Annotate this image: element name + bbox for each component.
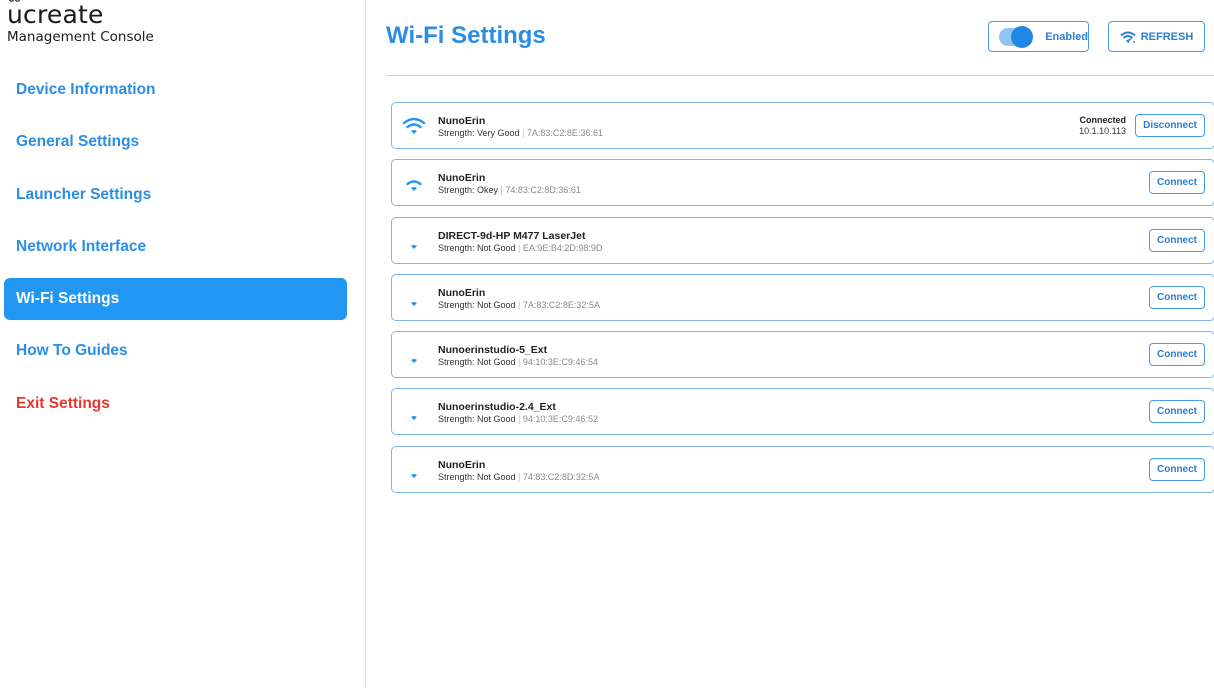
network-card: DIRECT-9d-HP M477 LaserJet Strength: Not … xyxy=(391,216,1214,264)
ip-address: 10.1.10.113 xyxy=(1079,126,1126,136)
network-strength: Strength: Not Good xyxy=(438,414,516,425)
network-mac: 7A:83:C2:8E:36:61 xyxy=(526,128,603,138)
network-name: NunoErin xyxy=(438,458,486,471)
refresh-wifi-icon xyxy=(1120,31,1136,43)
network-name: NunoErin xyxy=(438,115,486,127)
sidebar-item-label: General Settings xyxy=(16,133,140,151)
connect-button[interactable]: Connect xyxy=(1149,228,1205,252)
network-meta: Strength: Not Good | 74:83:C2:8D:32:5A xyxy=(438,472,599,482)
network-card: Nunoerinstudio-2.4_Ext Strength: Not Good… xyxy=(391,388,1214,436)
network-name: NunoErin xyxy=(438,172,486,185)
network-card: Nunoerinstudio-5_Ext Strength: Not Good |… xyxy=(391,331,1214,379)
network-meta: Strength: Very Good | 7A:83:C2:8E:36:61 xyxy=(438,128,603,138)
sidebar-item-label: Network Interface xyxy=(16,237,147,255)
wifi-signal-icon xyxy=(402,400,426,424)
toggle-switch[interactable] xyxy=(999,25,1034,48)
network-mac: 94:10:3E:C9:46:52 xyxy=(522,414,598,425)
network-strength: Strength: Not Good xyxy=(438,357,516,368)
sidebar-item-device-information[interactable]: Device Information xyxy=(4,69,347,111)
network-card: NunoErin Strength: Not Good | 74:83:C2:8D… xyxy=(391,445,1214,493)
network-mac: 74:83:C2:8D:32:5A xyxy=(522,471,600,482)
sidebar-item-wifi-settings[interactable]: Wi-Fi Settings xyxy=(4,278,347,321)
sidebar-item-network-interface[interactable]: Network Interface xyxy=(4,226,347,268)
wifi-signal-icon xyxy=(402,229,426,253)
network-card: NunoErin Strength: Very Good | 7A:83:C2:8… xyxy=(391,102,1214,149)
toggle-label: Enabled xyxy=(1045,30,1088,43)
connect-button[interactable]: Connect xyxy=(1149,285,1205,309)
network-mac: EA:9E:B4:2D:98:9D xyxy=(522,242,603,253)
network-card: NunoErin Strength: Not Good | 7A:83:C2:8E… xyxy=(391,273,1214,321)
network-card: NunoErin Strength: Okey | 74:83:C2:8D:36:… xyxy=(391,159,1214,207)
network-mac: 94:10:3E:C9:46:54 xyxy=(522,357,598,368)
connect-button[interactable]: Connect xyxy=(1149,171,1205,195)
wifi-signal-icon xyxy=(402,343,426,367)
network-name: NunoErin xyxy=(438,286,486,299)
sidebar-item-how-to-guides[interactable]: How To Guides xyxy=(4,330,347,372)
sidebar-item-general-settings[interactable]: General Settings xyxy=(4,121,347,163)
brand-first-letter: u xyxy=(7,0,24,29)
page-title: Wi-Fi Settings xyxy=(386,22,546,49)
meta-separator: | xyxy=(519,128,527,138)
connection-status: Connected 10.1.10.113 xyxy=(1079,115,1126,137)
connect-button[interactable]: Connect xyxy=(1149,457,1205,481)
network-list: NunoErin Strength: Very Good | 7A:83:C2:8… xyxy=(391,102,1214,503)
toggle-knob xyxy=(1011,25,1034,48)
header-divider xyxy=(386,75,1214,76)
wifi-enabled-toggle[interactable]: Enabled xyxy=(988,21,1089,52)
sidebar-item-exit-settings[interactable]: Exit Settings xyxy=(4,383,347,425)
sidebar-item-label: Wi-Fi Settings xyxy=(16,290,120,308)
connect-button[interactable]: Connect xyxy=(1149,400,1205,424)
brand-name-rest: create xyxy=(23,0,104,29)
wifi-signal-icon xyxy=(402,171,426,195)
disconnect-button[interactable]: Disconnect xyxy=(1135,114,1205,137)
sidebar-item-label: Exit Settings xyxy=(16,394,110,412)
brand-logo: u create Management Console xyxy=(7,0,154,45)
sidebar-item-label: Launcher Settings xyxy=(16,185,152,203)
connect-button[interactable]: Connect xyxy=(1149,343,1205,367)
wifi-signal-icon xyxy=(402,286,426,310)
network-name: DIRECT-9d-HP M477 LaserJet xyxy=(438,229,586,242)
network-strength: Strength: Okey xyxy=(438,185,499,196)
network-meta: Strength: Not Good | EA:9E:B4:2D:98:9D xyxy=(438,243,602,253)
network-strength: Strength: Not Good xyxy=(438,299,516,310)
meta-separator: | xyxy=(515,299,523,310)
brand-infinity-icon xyxy=(8,0,21,2)
sidebar-nav: Device Information General Settings Launch… xyxy=(4,69,347,435)
brand-subtitle: Management Console xyxy=(7,29,154,45)
network-name: Nunoerinstudio-2.4_Ext xyxy=(438,401,556,414)
wifi-signal-icon xyxy=(402,458,426,482)
meta-separator: | xyxy=(515,357,523,368)
network-mac: 74:83:C2:8D:36:61 xyxy=(505,185,581,196)
network-meta: Strength: Not Good | 7A:83:C2:8E:32:5A xyxy=(438,300,600,310)
network-strength: Strength: Not Good xyxy=(438,471,516,482)
wifi-signal-icon xyxy=(402,114,426,138)
brand-wordmark: u create xyxy=(7,0,154,29)
network-strength: Strength: Not Good xyxy=(438,242,516,253)
meta-separator: | xyxy=(515,414,523,425)
network-strength: Strength: Very Good xyxy=(438,128,520,138)
refresh-button[interactable]: REFRESH xyxy=(1108,21,1205,52)
sidebar: u create Management Console Device Infor… xyxy=(0,0,366,688)
meta-separator: | xyxy=(515,471,523,482)
brand-u: u xyxy=(7,0,24,29)
sidebar-item-label: Device Information xyxy=(16,81,156,98)
meta-separator: | xyxy=(515,242,523,253)
sidebar-item-launcher-settings[interactable]: Launcher Settings xyxy=(4,174,347,216)
sidebar-item-label: How To Guides xyxy=(16,342,128,360)
refresh-label: REFRESH xyxy=(1140,30,1194,43)
network-name: Nunoerinstudio-5_Ext xyxy=(438,344,548,357)
status-label: Connected xyxy=(1079,115,1126,125)
network-mac: 7A:83:C2:8E:32:5A xyxy=(522,299,600,310)
network-meta: Strength: Okey | 74:83:C2:8D:36:61 xyxy=(438,185,581,195)
network-meta: Strength: Not Good | 94:10:3E:C9:46:54 xyxy=(438,357,598,367)
network-meta: Strength: Not Good | 94:10:3E:C9:46:52 xyxy=(438,414,598,424)
